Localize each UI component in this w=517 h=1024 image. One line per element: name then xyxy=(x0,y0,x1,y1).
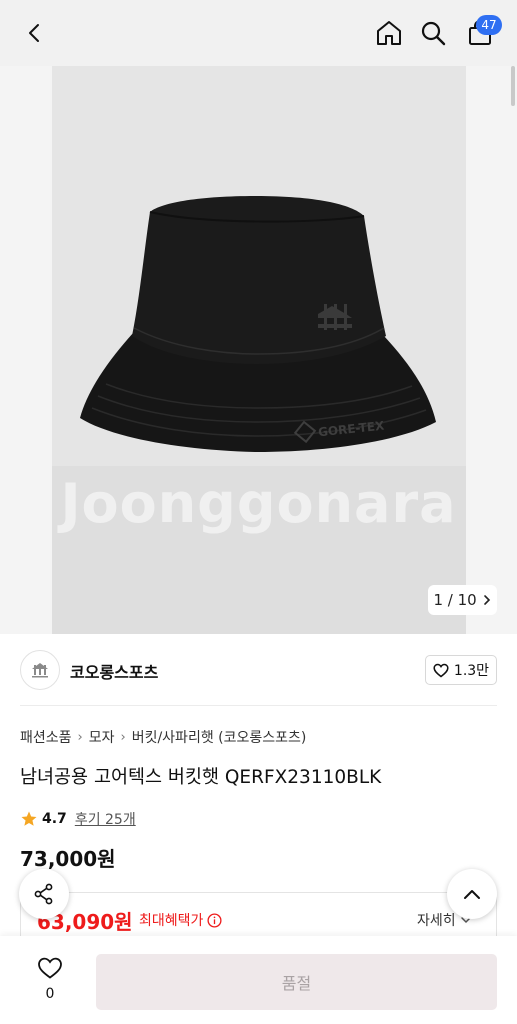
scrollbar-thumb[interactable] xyxy=(511,66,515,106)
cart-count-badge: 47 xyxy=(476,15,502,35)
info-icon[interactable] xyxy=(207,912,222,928)
detail-toggle-label: 자세히 xyxy=(417,913,456,929)
divider xyxy=(20,705,497,706)
back-button[interactable] xyxy=(17,15,53,51)
top-app-bar: 47 xyxy=(0,0,517,66)
review-link[interactable]: 후기 25개 xyxy=(75,809,136,829)
sold-out-button[interactable]: 품절 xyxy=(96,954,497,1010)
chevron-up-icon xyxy=(464,890,480,899)
home-icon xyxy=(377,21,401,45)
brand-like-count: 1.3만 xyxy=(453,663,490,679)
wish-button[interactable]: 0 xyxy=(30,956,70,1002)
breadcrumb-item[interactable]: 패션소품 xyxy=(20,727,72,747)
image-counter-text: 1 / 10 xyxy=(433,591,477,609)
share-icon xyxy=(34,883,53,905)
bucket-hat-image: GORE-TEX xyxy=(80,196,436,452)
search-icon xyxy=(421,21,446,46)
rating-value: 4.7 xyxy=(42,811,67,827)
max-benefit-label: 최대혜택가 xyxy=(139,910,222,930)
wish-count: 0 xyxy=(45,986,55,1002)
heart-icon xyxy=(38,957,62,979)
watermark: Joonggonara xyxy=(60,472,457,535)
chevron-right-icon: › xyxy=(120,729,126,745)
bottom-action-bar: 0 품절 xyxy=(0,936,517,1024)
chevron-right-icon: › xyxy=(77,729,83,745)
max-benefit-text: 최대혜택가 xyxy=(139,913,204,929)
image-counter[interactable]: 1 / 10 xyxy=(428,585,497,615)
product-price: 73,000원 xyxy=(20,847,116,871)
breadcrumb-item[interactable]: 모자 xyxy=(89,727,115,747)
chevron-left-icon xyxy=(29,24,39,42)
home-button[interactable] xyxy=(371,15,407,51)
brand-name[interactable]: 코오롱스포츠 xyxy=(70,659,158,683)
breadcrumb-item[interactable]: 버킷/사파리햇 (코오롱스포츠) xyxy=(132,727,307,747)
breadcrumb: 패션소품 › 모자 › 버킷/사파리햇 (코오롱스포츠) xyxy=(20,727,306,747)
rating-row: 4.7 후기 25개 xyxy=(20,809,136,829)
brand-logo[interactable] xyxy=(20,650,60,690)
product-title: 남녀공용 고어텍스 버킷햇 QERFX23110BLK xyxy=(20,767,382,788)
scroll-to-top-button[interactable] xyxy=(447,869,497,919)
search-button[interactable] xyxy=(415,15,451,51)
heart-icon xyxy=(433,663,449,677)
brand-like-button[interactable]: 1.3만 xyxy=(425,655,497,685)
share-button[interactable] xyxy=(19,869,69,919)
brand-row: 코오롱스포츠 1.3만 xyxy=(0,634,517,706)
product-image-gallery[interactable]: GORE-TEX Joonggonara 1 / 10 xyxy=(0,66,517,634)
brand-logo-icon xyxy=(32,663,48,678)
star-icon xyxy=(21,811,37,826)
chevron-right-icon xyxy=(483,595,490,605)
